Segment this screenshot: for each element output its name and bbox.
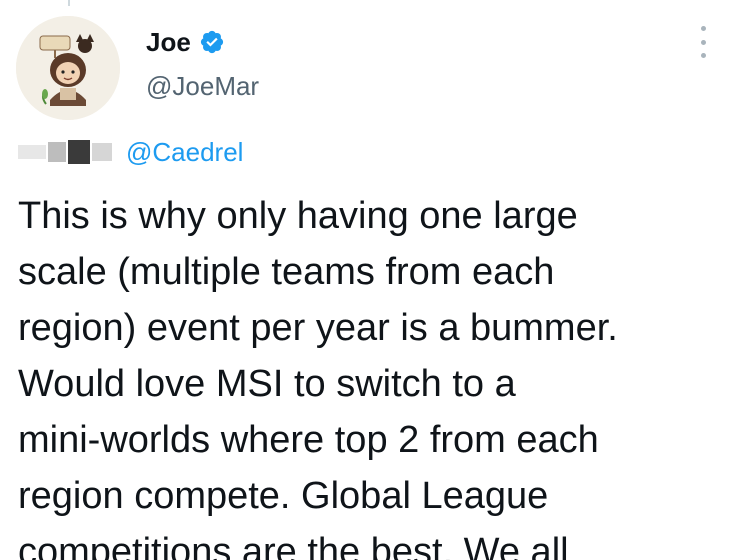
- verified-badge-icon: [199, 29, 225, 55]
- tweet-line: mini-worlds where top 2 from each: [18, 419, 599, 461]
- avatar-illustration: [16, 16, 120, 120]
- replying-to-row: @Caedrel: [18, 136, 243, 168]
- avatar[interactable]: [16, 16, 120, 120]
- redacted-area: [18, 140, 112, 164]
- author-handle[interactable]: @JoeMar: [146, 70, 259, 102]
- author-name-row[interactable]: Joe: [146, 26, 225, 58]
- tweet-line: This is why only having one large: [18, 195, 578, 237]
- more-options-icon[interactable]: [697, 26, 709, 58]
- tweet-line: Would love MSI to switch to a: [18, 363, 516, 405]
- tweet-text: This is why only having one large scale …: [18, 188, 728, 560]
- author-display-name[interactable]: Joe: [146, 26, 191, 58]
- mention-link[interactable]: @Caedrel: [126, 136, 243, 168]
- tweet-line: region compete. Global League: [18, 475, 549, 517]
- thread-connector-line: [68, 0, 70, 6]
- tweet-line: scale (multiple teams from each: [18, 251, 555, 293]
- tweet-line: region) event per year is a bummer.: [18, 307, 618, 349]
- tweet-line: competitions are the best. We all: [18, 531, 569, 560]
